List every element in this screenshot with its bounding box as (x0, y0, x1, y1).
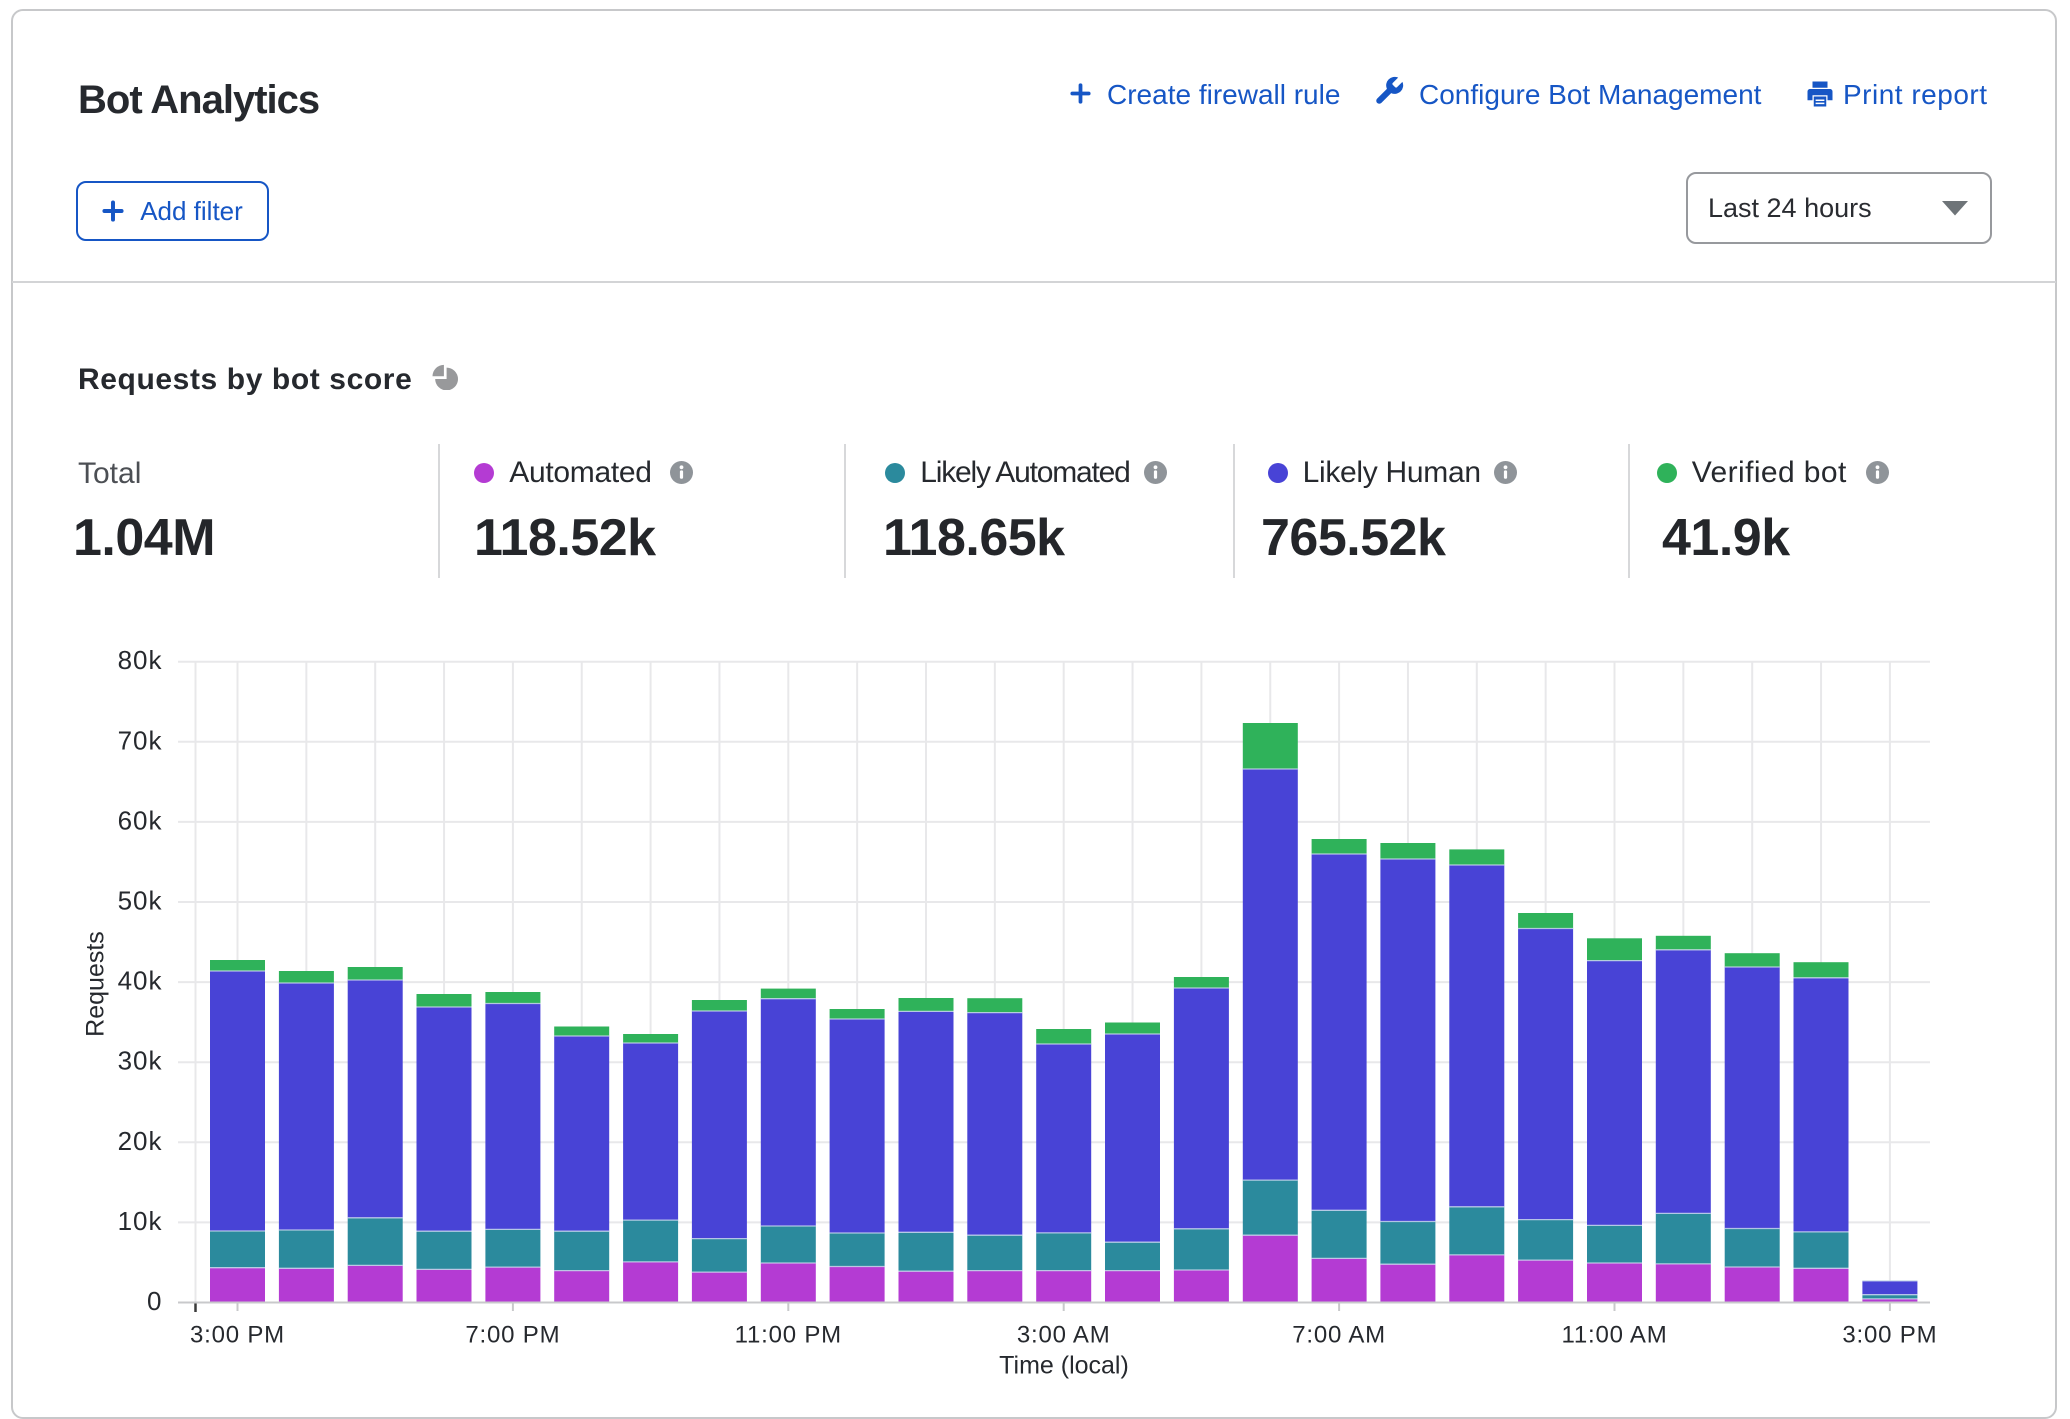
svg-text:30k: 30k (118, 1046, 163, 1076)
svg-text:10k: 10k (118, 1206, 163, 1236)
svg-text:7:00 PM: 7:00 PM (465, 1322, 560, 1349)
svg-text:Time (local): Time (local) (999, 1352, 1129, 1380)
svg-text:7:00 AM: 7:00 AM (1292, 1322, 1386, 1349)
svg-text:11:00 AM: 11:00 AM (1561, 1322, 1667, 1349)
svg-text:60k: 60k (118, 805, 163, 835)
svg-text:20k: 20k (118, 1126, 163, 1156)
svg-text:Requests: Requests (82, 931, 110, 1037)
svg-text:0: 0 (147, 1286, 162, 1316)
svg-text:3:00 PM: 3:00 PM (1842, 1322, 1937, 1349)
svg-text:40k: 40k (118, 966, 163, 996)
svg-text:3:00 AM: 3:00 AM (1017, 1322, 1111, 1349)
svg-text:80k: 80k (118, 645, 163, 675)
svg-text:11:00 PM: 11:00 PM (735, 1322, 842, 1349)
svg-text:70k: 70k (118, 725, 163, 755)
svg-text:50k: 50k (118, 886, 163, 916)
svg-text:3:00 PM: 3:00 PM (190, 1322, 285, 1349)
